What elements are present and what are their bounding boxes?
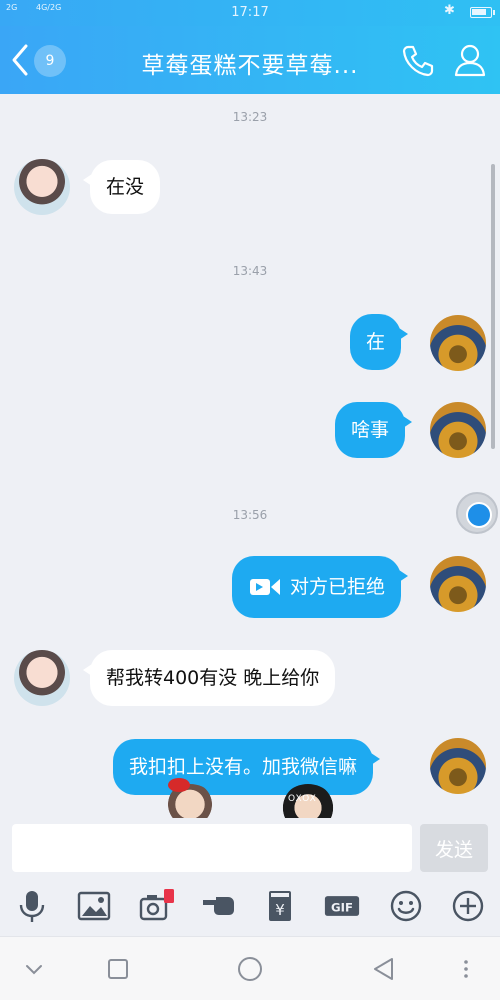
- message-text: 在没: [106, 176, 145, 198]
- avatar[interactable]: [430, 402, 486, 458]
- phone-icon[interactable]: [400, 42, 436, 78]
- send-button[interactable]: 发送: [420, 824, 488, 872]
- chat-area[interactable]: 13:23 在没 13:43 在 啥事 13:56 对方已拒绝 帮我转400有没…: [0, 94, 500, 822]
- unread-count-badge[interactable]: 9: [34, 45, 66, 77]
- chat-toolbar: ¥ GIF: [0, 874, 500, 936]
- square-icon[interactable]: [104, 955, 132, 983]
- chevron-down-icon[interactable]: [20, 955, 48, 983]
- message-text: 对方已拒绝: [290, 576, 386, 598]
- transfer-icon[interactable]: ¥: [262, 888, 298, 924]
- battery-icon: [470, 7, 495, 18]
- avatar[interactable]: [430, 315, 486, 371]
- video-camera-icon: [250, 576, 282, 598]
- avatar[interactable]: [14, 650, 70, 706]
- timestamp: 13:56: [232, 508, 268, 522]
- status-bar: 2G 4G/2G 17:17 ✱: [0, 0, 500, 26]
- message-bubble-incoming[interactable]: 帮我转400有没 晚上给你: [82, 650, 336, 706]
- microphone-icon[interactable]: [14, 888, 50, 924]
- timestamp: 13:23: [232, 110, 268, 124]
- message-bubble-outgoing[interactable]: 我扣扣上没有。加我微信嘛: [113, 739, 381, 795]
- message-text: 帮我转400有没 晚上给你: [106, 667, 320, 689]
- emoji-icon[interactable]: [388, 888, 424, 924]
- message-bubble-incoming[interactable]: 在没: [82, 160, 161, 214]
- bluetooth-icon: ✱: [444, 3, 455, 18]
- message-text: 在: [366, 331, 386, 353]
- plus-icon[interactable]: [450, 888, 486, 924]
- input-bar: 发送: [0, 822, 500, 874]
- avatar[interactable]: [430, 738, 486, 794]
- chevron-left-icon[interactable]: [8, 42, 32, 78]
- chat-title: 草莓蛋糕不要草莓...: [141, 53, 359, 79]
- status-time: 17:17: [231, 5, 269, 20]
- message-text: 啥事: [351, 419, 390, 441]
- person-icon[interactable]: [452, 42, 488, 78]
- scrollbar[interactable]: [491, 164, 495, 449]
- triangle-back-icon[interactable]: [370, 955, 398, 983]
- circle-icon[interactable]: [236, 955, 264, 983]
- gif-label: GIF: [331, 900, 353, 914]
- message-text: 我扣扣上没有。加我微信嘛: [129, 756, 358, 778]
- message-bubble-outgoing[interactable]: 在: [350, 314, 409, 370]
- floating-assistant-ball[interactable]: [456, 492, 498, 534]
- more-vertical-icon[interactable]: [452, 955, 480, 983]
- image-icon[interactable]: [76, 888, 112, 924]
- message-bubble-outgoing[interactable]: 啥事: [335, 402, 413, 458]
- timestamp: 13:43: [232, 264, 268, 278]
- camera-red-packet-icon[interactable]: [138, 888, 174, 924]
- gif-icon[interactable]: GIF: [324, 888, 364, 924]
- chat-header: 9 草莓蛋糕不要草莓...: [0, 26, 500, 94]
- video-call-bubble[interactable]: 对方已拒绝: [232, 556, 409, 618]
- avatar[interactable]: [14, 159, 70, 215]
- message-input[interactable]: [12, 824, 412, 872]
- yen-label: ¥: [275, 901, 285, 919]
- avatar[interactable]: [430, 556, 486, 612]
- poke-icon[interactable]: [200, 888, 236, 924]
- system-nav-bar: [0, 936, 500, 1000]
- sticker-text: OXOX: [288, 794, 317, 804]
